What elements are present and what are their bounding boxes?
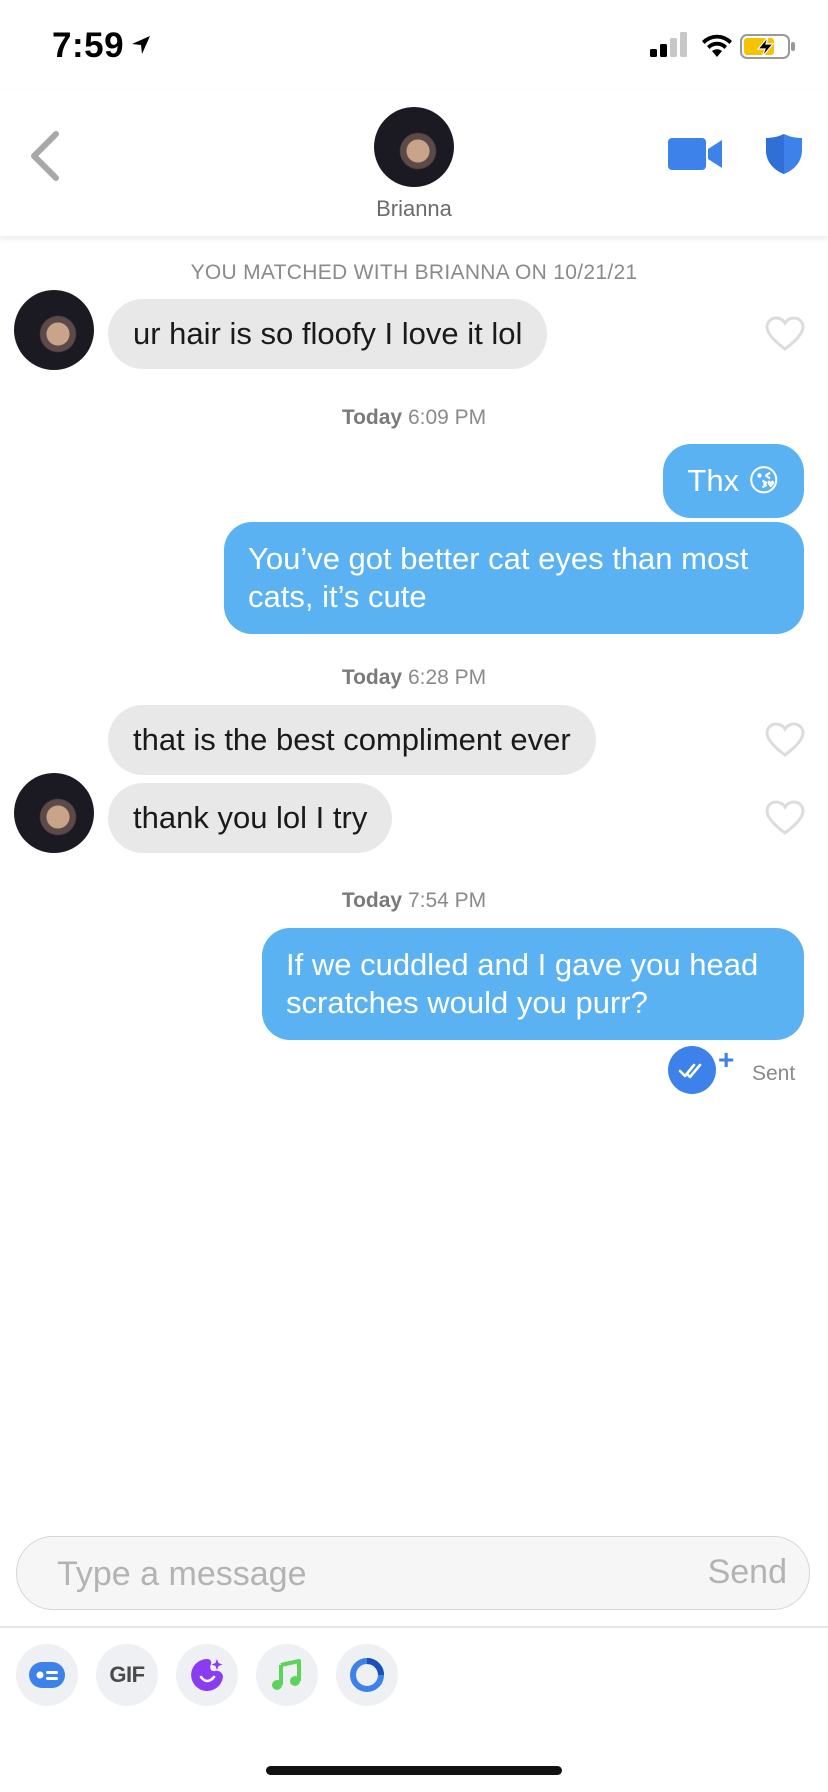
home-indicator[interactable] bbox=[266, 1766, 562, 1775]
ring-icon bbox=[350, 1658, 384, 1692]
like-heart-icon[interactable] bbox=[765, 316, 805, 352]
like-heart-icon[interactable] bbox=[765, 800, 805, 836]
message-incoming[interactable]: that is the best compliment ever bbox=[108, 705, 596, 775]
sender-avatar[interactable] bbox=[14, 290, 94, 370]
sent-status: Sent bbox=[752, 1062, 796, 1085]
safety-shield-icon[interactable] bbox=[764, 132, 804, 176]
conversation-starters-button[interactable] bbox=[16, 1644, 78, 1706]
like-heart-icon[interactable] bbox=[765, 722, 805, 758]
id-card-icon bbox=[29, 1662, 65, 1688]
gif-button[interactable]: GIF bbox=[96, 1644, 158, 1706]
timestamp: Today 6:09 PM bbox=[341, 406, 487, 429]
double-check-icon bbox=[678, 1063, 702, 1079]
location-arrow-icon bbox=[132, 36, 150, 54]
cellular-signal-icon bbox=[650, 32, 687, 57]
message-outgoing[interactable]: If we cuddled and I gave you head scratc… bbox=[262, 928, 804, 1040]
status-time: 7:59 bbox=[52, 26, 125, 65]
video-call-icon[interactable] bbox=[668, 136, 724, 172]
send-button[interactable]: Send bbox=[708, 1553, 787, 1592]
sender-avatar[interactable] bbox=[14, 773, 94, 853]
swipe-night-button[interactable] bbox=[336, 1644, 398, 1706]
sticker-icon bbox=[191, 1659, 223, 1691]
match-notice: YOU MATCHED WITH BRIANNA ON 10/21/21 bbox=[190, 261, 638, 284]
message-input[interactable] bbox=[55, 1537, 699, 1611]
back-chevron-icon[interactable] bbox=[22, 128, 68, 184]
wifi-icon bbox=[702, 34, 732, 57]
message-incoming[interactable]: ur hair is so floofy I love it lol bbox=[108, 299, 548, 369]
plus-icon[interactable]: + bbox=[718, 1046, 734, 1074]
timestamp: Today 7:54 PM bbox=[341, 889, 487, 912]
gif-label: GIF bbox=[109, 1662, 145, 1687]
stickers-button[interactable] bbox=[176, 1644, 238, 1706]
battery-charging-icon bbox=[740, 34, 795, 59]
message-outgoing[interactable]: You’ve got better cat eyes than most cat… bbox=[224, 522, 804, 634]
profile-avatar[interactable] bbox=[374, 107, 454, 187]
read-receipt-badge[interactable] bbox=[668, 1046, 716, 1094]
timestamp: Today 6:28 PM bbox=[341, 666, 487, 689]
music-note-icon bbox=[272, 1659, 301, 1690]
toolbar-divider bbox=[0, 1626, 828, 1628]
message-composer: Send bbox=[16, 1536, 810, 1611]
message-incoming[interactable]: thank you lol I try bbox=[108, 783, 393, 853]
music-button[interactable] bbox=[256, 1644, 318, 1706]
profile-name[interactable]: Brianna bbox=[314, 196, 514, 222]
message-outgoing[interactable]: Thx 😘 bbox=[663, 444, 804, 518]
